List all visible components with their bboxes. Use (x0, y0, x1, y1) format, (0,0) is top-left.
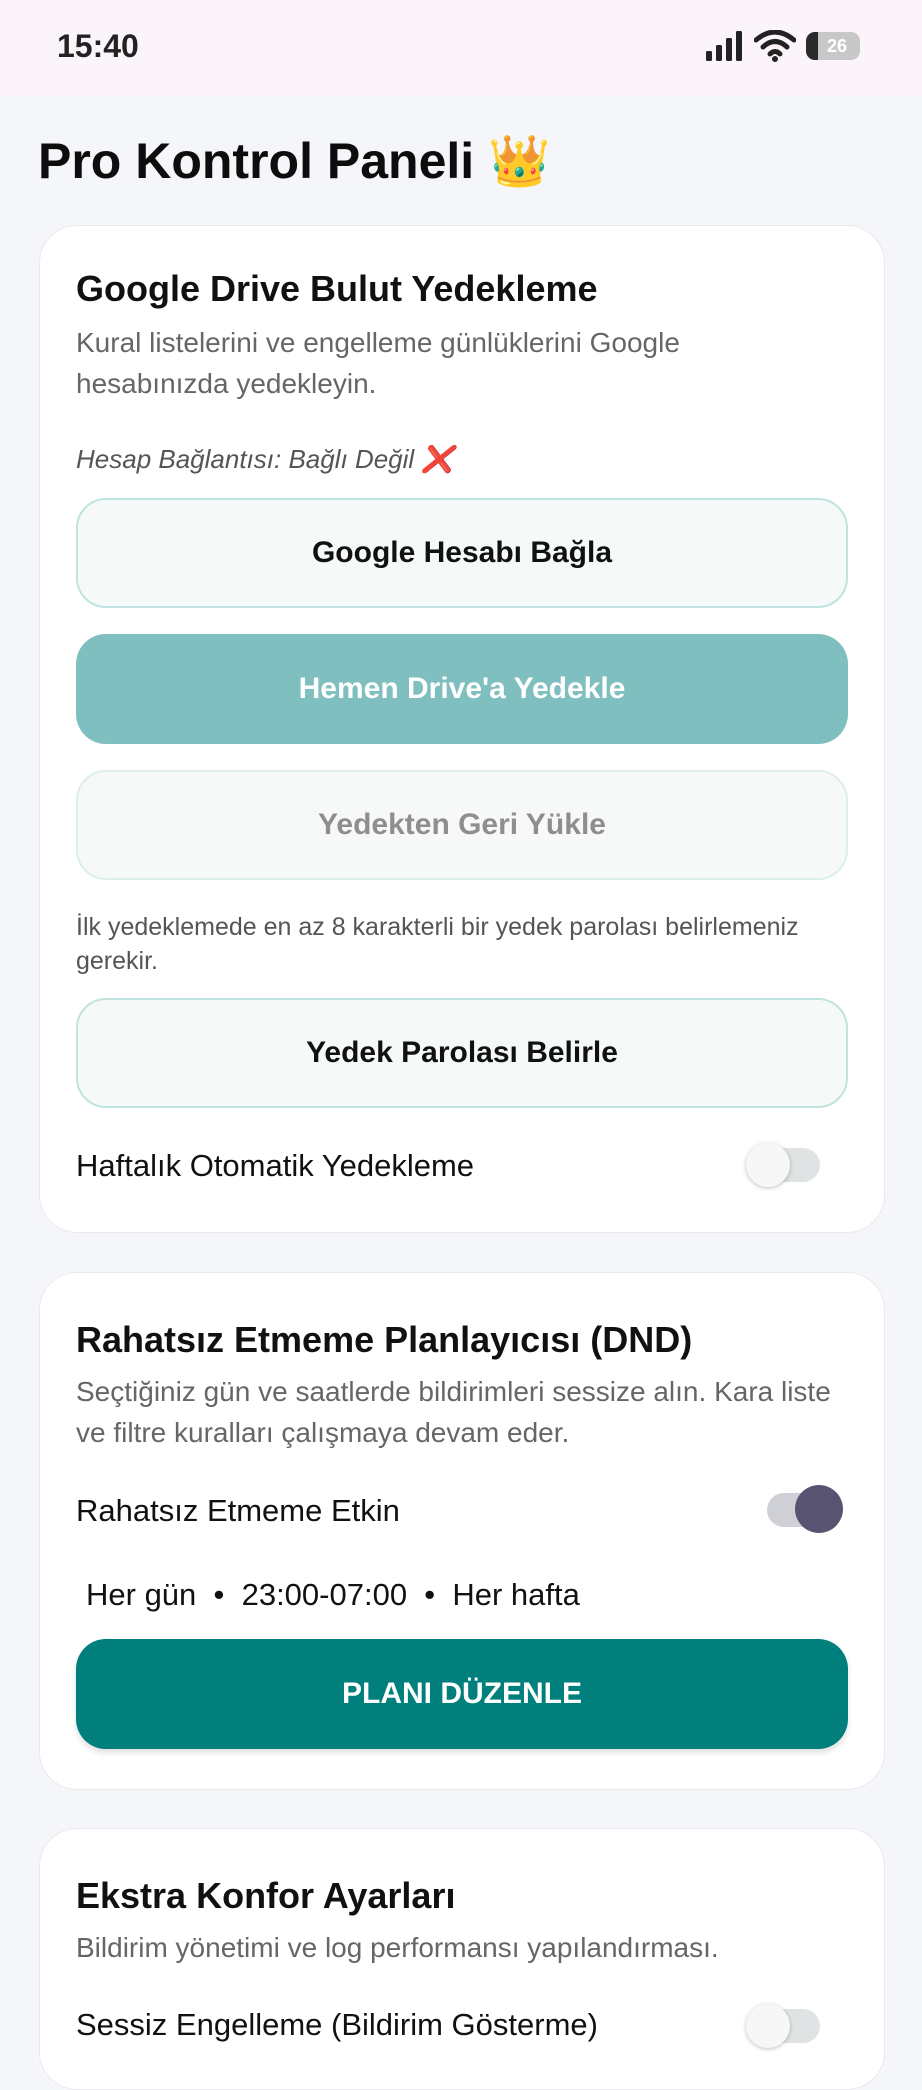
set-backup-password-button[interactable]: Yedek Parolası Belirle (76, 998, 848, 1108)
toggle-knob (795, 1485, 843, 1533)
backup-card-description: Kural listelerini ve engelleme günlükler… (76, 327, 680, 399)
battery-icon: 26 (806, 32, 860, 60)
battery-level: 26 (826, 35, 848, 56)
dnd-card-title: Rahatsız Etmeme Planlayıcısı (DND) (76, 1319, 693, 1360)
silent-block-toggle[interactable] (746, 2004, 820, 2048)
dnd-enabled-label: Rahatsız Etmeme Etkin (76, 1493, 400, 1528)
dnd-card-description: Seçtiğiniz gün ve saatlerde bildirimleri… (76, 1376, 831, 1448)
restore-backup-button[interactable]: Yedekten Geri Yükle (76, 770, 848, 880)
signal-icon (706, 31, 742, 61)
backup-card: Google Drive Bulut Yedekleme Kural liste… (39, 225, 885, 1233)
page-title: Pro Kontrol Paneli 👑 (38, 133, 551, 189)
status-bar: 15:40 26 (0, 0, 922, 96)
wifi-icon (754, 30, 796, 62)
dnd-schedule-summary: Her gün • 23:00-07:00 • Her hafta (86, 1577, 580, 1612)
dnd-card: Rahatsız Etmeme Planlayıcısı (DND) Seçti… (39, 1272, 885, 1790)
connect-google-button[interactable]: Google Hesabı Bağla (76, 498, 848, 608)
backup-now-button[interactable]: Hemen Drive'a Yedekle (76, 634, 848, 744)
status-icons: 26 (706, 30, 860, 62)
password-note: İlk yedeklemede en az 8 karakterli bir y… (76, 913, 799, 975)
silent-block-label: Sessiz Engelleme (Bildirim Gösterme) (76, 2007, 598, 2042)
weekly-backup-label: Haftalık Otomatik Yedekleme (76, 1148, 475, 1183)
toggle-knob (746, 1143, 790, 1187)
toggle-knob (746, 2004, 790, 2048)
edit-plan-button[interactable]: PLANI DÜZENLE (76, 1639, 848, 1749)
status-time: 15:40 (57, 28, 139, 64)
comfort-card: Ekstra Konfor Ayarları Bildirim yönetimi… (39, 1828, 885, 2090)
weekly-backup-toggle[interactable] (746, 1143, 820, 1187)
account-status: Hesap Bağlantısı: Bağlı Değil ❌ (76, 444, 454, 474)
comfort-card-title: Ekstra Konfor Ayarları (76, 1875, 456, 1916)
dnd-enabled-toggle[interactable] (767, 1485, 843, 1533)
comfort-card-description: Bildirim yönetimi ve log performansı yap… (76, 1932, 719, 1963)
backup-card-title: Google Drive Bulut Yedekleme (76, 268, 598, 309)
